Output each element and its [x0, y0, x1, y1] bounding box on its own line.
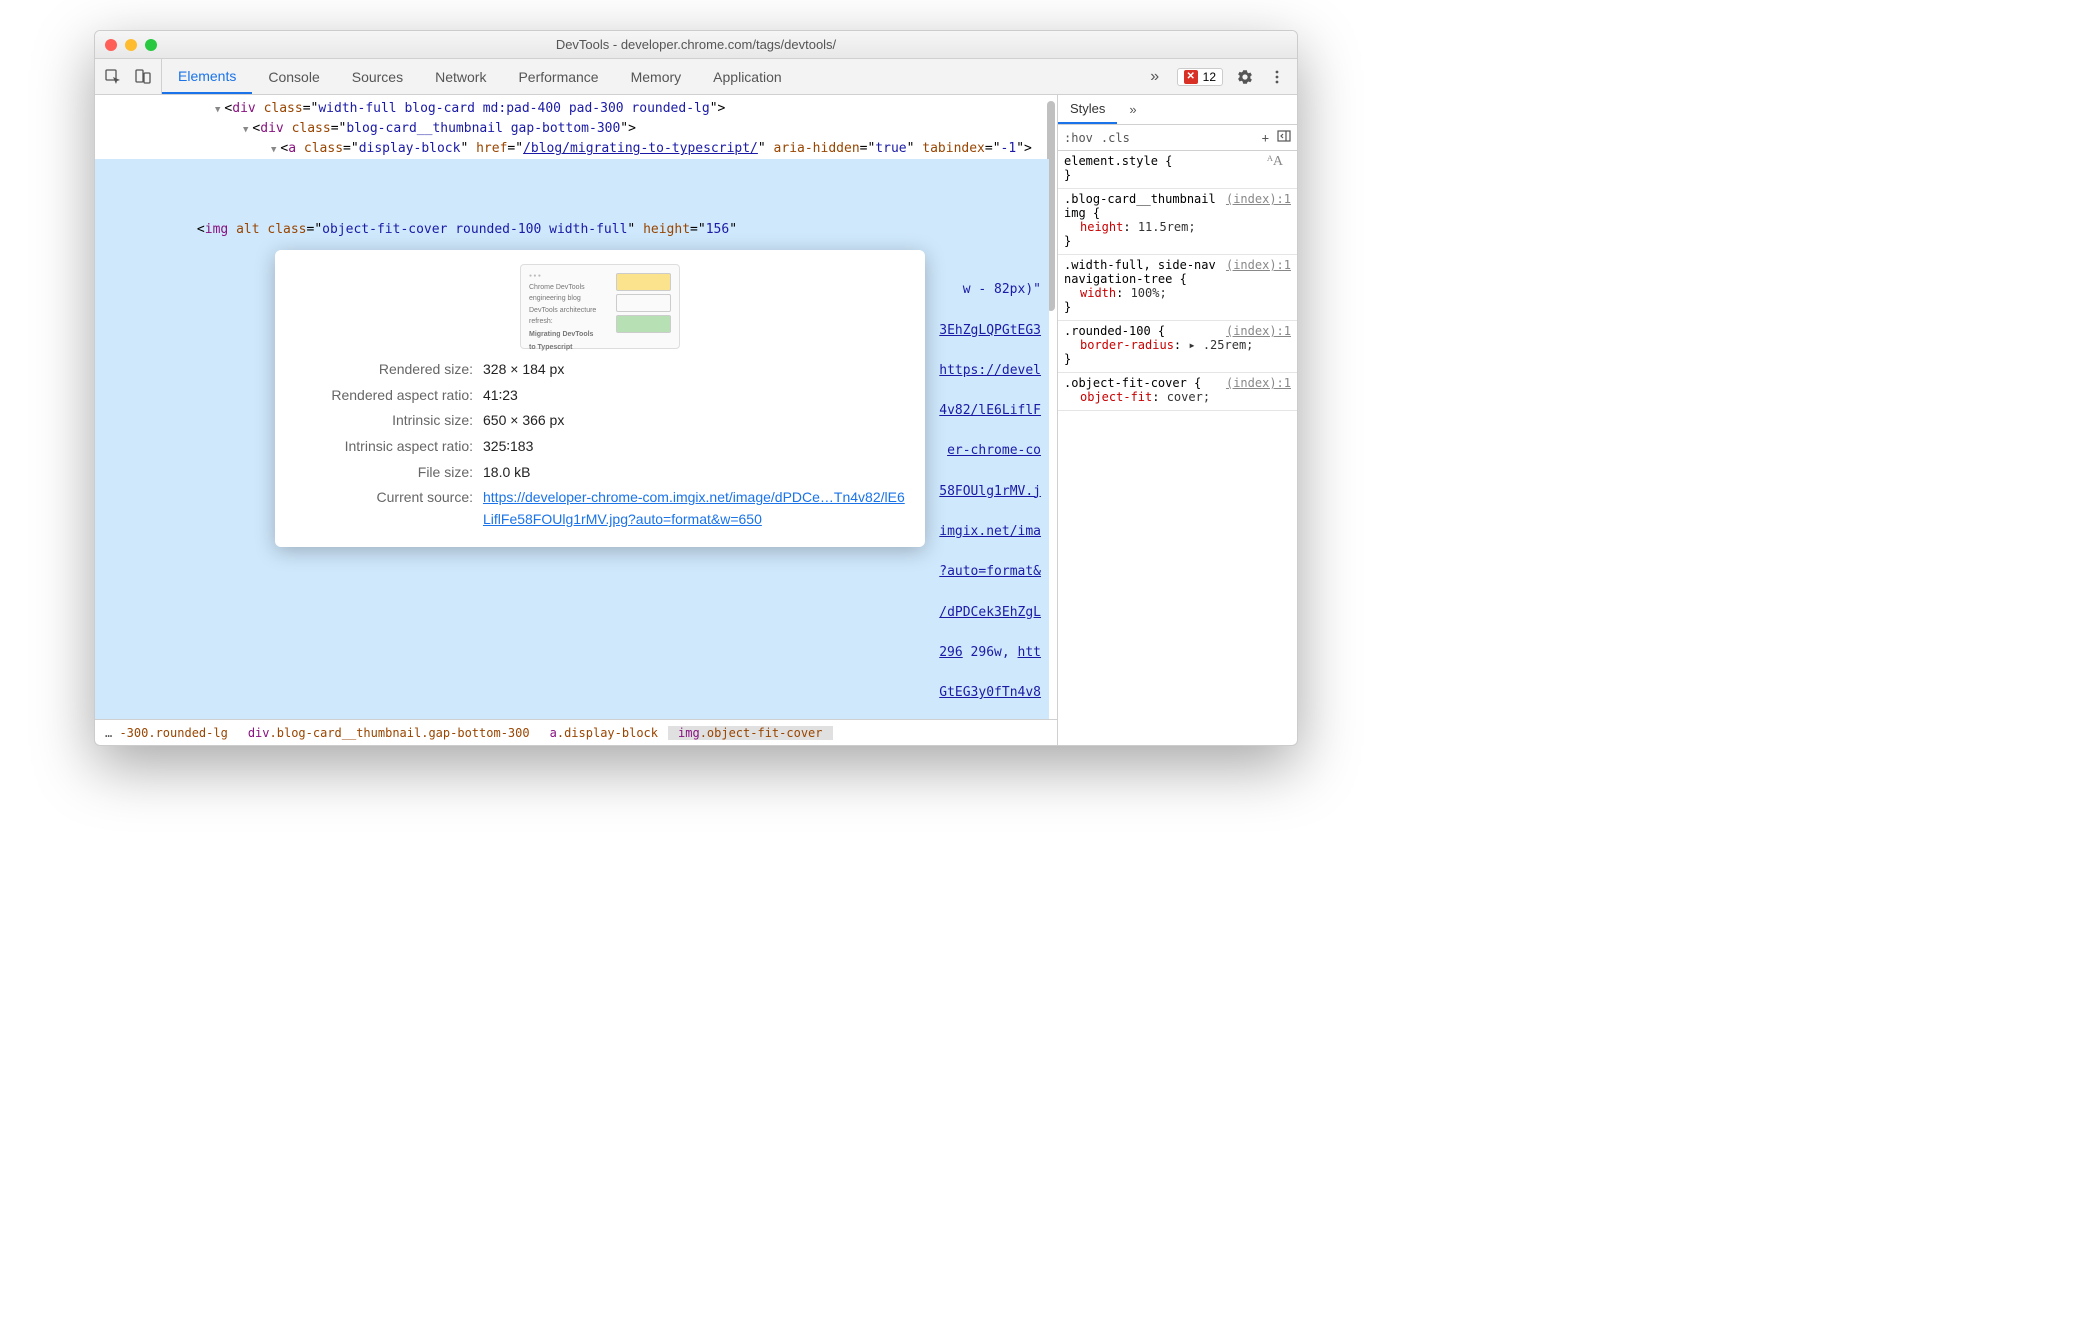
dom-node-a[interactable]: <a class="display-block" href="/blog/mig… [103, 139, 1049, 159]
tab-sources[interactable]: Sources [336, 59, 419, 94]
styles-subbar: :hov .cls + [1058, 125, 1297, 151]
css-rule[interactable]: (index):1.object-fit-cover {object-fit: … [1058, 373, 1297, 411]
more-tabs-icon[interactable]: » [1145, 67, 1165, 87]
css-rule[interactable]: (index):1.blog-card__thumbnail img {heig… [1058, 189, 1297, 255]
thumb-sub2: Migrating DevTools [529, 330, 610, 341]
thumb-sub3: to Typescript [529, 343, 610, 354]
titlebar: DevTools - developer.chrome.com/tags/dev… [95, 31, 1297, 59]
kebab-menu-icon[interactable] [1267, 67, 1287, 87]
error-x-icon: ✕ [1184, 70, 1198, 84]
tooltip-label: Intrinsic size: [293, 410, 473, 432]
tooltip-thumbnail: ● ● ● Chrome DevTools engineering blog D… [520, 264, 680, 349]
tooltip-value: 41∶23 [483, 385, 907, 407]
styles-rules-list[interactable]: ᴬAelement.style {}(index):1.blog-card__t… [1058, 151, 1297, 745]
tooltip-value[interactable]: https://developer-chrome-com.imgix.net/i… [483, 487, 907, 530]
tooltip-value: 18.0 kB [483, 462, 907, 484]
css-rule[interactable]: (index):1.rounded-100 {border-radius: ▸ … [1058, 321, 1297, 373]
breadcrumb-item[interactable]: img.object-fit-cover [668, 726, 833, 740]
tooltip-label: Intrinsic aspect ratio: [293, 436, 473, 458]
tab-network[interactable]: Network [419, 59, 502, 94]
breadcrumb-bar[interactable]: … -300.rounded-lgdiv.blog-card__thumbnai… [95, 719, 1057, 745]
css-rule[interactable]: ᴬAelement.style {} [1058, 151, 1297, 189]
image-info-tooltip: ● ● ● Chrome DevTools engineering blog D… [275, 250, 925, 547]
dom-tree[interactable]: ••• <div class="width-full blog-card md:… [95, 95, 1057, 719]
more-styles-tabs-icon[interactable]: » [1117, 95, 1148, 124]
dom-node-div-2[interactable]: <div class="blog-card__thumbnail gap-bot… [103, 119, 1049, 139]
content-area: ••• <div class="width-full blog-card md:… [95, 95, 1297, 745]
hov-toggle[interactable]: :hov [1064, 131, 1093, 145]
tooltip-label: Rendered size: [293, 359, 473, 381]
devtools-window: DevTools - developer.chrome.com/tags/dev… [94, 30, 1298, 746]
thumb-sub1: DevTools architecture refresh: [529, 306, 610, 328]
inspect-element-icon[interactable] [103, 67, 123, 87]
main-toolbar: ElementsConsoleSourcesNetworkPerformance… [95, 59, 1297, 95]
tab-elements[interactable]: Elements [162, 59, 252, 94]
tooltip-value: 325∶183 [483, 436, 907, 458]
styles-tab-styles[interactable]: Styles [1058, 95, 1117, 124]
tab-performance[interactable]: Performance [502, 59, 614, 94]
new-rule-plus-icon[interactable]: + [1262, 131, 1269, 145]
breadcrumb-item[interactable]: a.display-block [540, 726, 668, 740]
panel-tabs: ElementsConsoleSourcesNetworkPerformance… [162, 59, 1135, 94]
device-toolbar-icon[interactable] [133, 67, 153, 87]
settings-gear-icon[interactable] [1235, 67, 1255, 87]
cls-toggle[interactable]: .cls [1101, 131, 1130, 145]
tooltip-value: 328 × 184 px [483, 359, 907, 381]
sidebar-toggle-icon[interactable] [1277, 130, 1291, 145]
breadcrumb-item[interactable]: … -300.rounded-lg [95, 726, 238, 740]
tooltip-label: Rendered aspect ratio: [293, 385, 473, 407]
css-rule[interactable]: (index):1.width-full, side-nav navigatio… [1058, 255, 1297, 321]
tooltip-info-grid: Rendered size: 328 × 184 px Rendered aspec… [293, 359, 907, 531]
styles-tabs: Styles » [1058, 95, 1297, 125]
tab-console[interactable]: Console [252, 59, 335, 94]
tab-application[interactable]: Application [697, 59, 798, 94]
elements-panel: ••• <div class="width-full blog-card md:… [95, 95, 1057, 745]
error-count: 12 [1203, 70, 1216, 84]
tab-memory[interactable]: Memory [615, 59, 698, 94]
error-count-badge[interactable]: ✕ 12 [1177, 68, 1223, 86]
dom-node-div-1[interactable]: <div class="width-full blog-card md:pad-… [103, 99, 1049, 119]
styles-panel: Styles » :hov .cls + ᴬAelement.style {}(… [1057, 95, 1297, 745]
breadcrumb-item[interactable]: div.blog-card__thumbnail.gap-bottom-300 [238, 726, 540, 740]
tooltip-label: File size: [293, 462, 473, 484]
window-title: DevTools - developer.chrome.com/tags/dev… [95, 37, 1297, 52]
tooltip-label: Current source: [293, 487, 473, 530]
tooltip-value: 650 × 366 px [483, 410, 907, 432]
thumb-headline: Chrome DevTools engineering blog [529, 283, 610, 305]
